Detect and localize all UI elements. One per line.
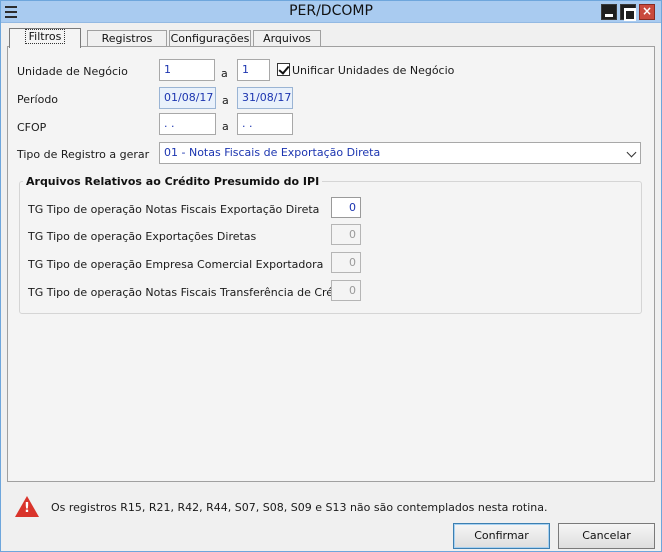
tg-transferencia-credito-label: TG Tipo de operação Notas Fiscais Transf… bbox=[28, 286, 355, 299]
periodo-to-input[interactable]: 31/08/17 bbox=[237, 87, 293, 109]
credito-presumido-title: Arquivos Relativos ao Crédito Presumido … bbox=[23, 175, 323, 188]
unificar-label[interactable]: Unificar Unidades de Negócio bbox=[292, 64, 454, 77]
confirm-button[interactable]: Confirmar bbox=[453, 523, 550, 549]
unificar-checkbox[interactable] bbox=[277, 63, 290, 76]
close-button[interactable]: × bbox=[639, 4, 655, 20]
tab-arquivos[interactable]: Arquivos bbox=[253, 30, 321, 47]
periodo-separator: a bbox=[222, 94, 229, 107]
window-title: PER/DCOMP bbox=[289, 3, 373, 19]
tg-exportacoes-diretas-input: 0 bbox=[331, 224, 361, 245]
tab-configuracoes[interactable]: Configurações bbox=[169, 30, 251, 47]
cancel-button[interactable]: Cancelar bbox=[558, 523, 655, 549]
unidade-to-input[interactable]: 1 bbox=[237, 59, 270, 81]
tg-transferencia-credito-input: 0 bbox=[331, 280, 361, 301]
tipo-registro-select[interactable]: 01 - Notas Fiscais de Exportação Direta bbox=[159, 142, 641, 164]
title-bar[interactable]: PER/DCOMP × bbox=[1, 1, 661, 23]
tg-empresa-comercial-label: TG Tipo de operação Empresa Comercial Ex… bbox=[28, 258, 324, 271]
tg-notas-exportacao-input[interactable]: 0 bbox=[331, 197, 361, 218]
warning-message: Os registros R15, R21, R42, R44, S07, S0… bbox=[51, 501, 548, 514]
minimize-button[interactable] bbox=[601, 4, 617, 20]
cfop-label: CFOP bbox=[17, 121, 47, 134]
unidade-separator: a bbox=[221, 67, 228, 80]
chevron-down-icon bbox=[626, 147, 637, 158]
periodo-from-input[interactable]: 01/08/17 bbox=[159, 87, 216, 109]
periodo-label: Período bbox=[17, 93, 59, 106]
unidade-label: Unidade de Negócio bbox=[17, 65, 128, 78]
maximize-button[interactable] bbox=[620, 4, 636, 21]
tg-notas-exportacao-label: TG Tipo de operação Notas Fiscais Export… bbox=[28, 203, 320, 216]
cfop-from-input[interactable]: . . bbox=[159, 113, 216, 135]
cfop-to-input[interactable]: . . bbox=[237, 113, 293, 135]
unidade-from-input[interactable]: 1 bbox=[159, 59, 215, 81]
tg-empresa-comercial-input: 0 bbox=[331, 252, 361, 273]
per-dcomp-window: PER/DCOMP × Filtros Registros Configuraç… bbox=[0, 0, 662, 552]
tg-exportacoes-diretas-label: TG Tipo de operação Exportações Diretas bbox=[28, 230, 257, 243]
tipo-registro-value: 01 - Notas Fiscais de Exportação Direta bbox=[164, 146, 381, 159]
tipo-registro-label: Tipo de Registro a gerar bbox=[17, 148, 150, 161]
cfop-separator: a bbox=[222, 120, 229, 133]
tab-registros[interactable]: Registros bbox=[87, 30, 167, 47]
warning-icon: ! bbox=[15, 496, 39, 517]
tab-filtros[interactable]: Filtros bbox=[9, 28, 81, 48]
